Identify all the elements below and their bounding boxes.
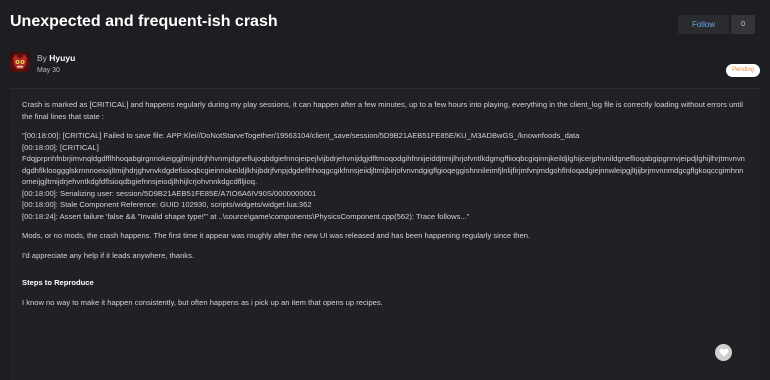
author-line: By Hyuyu <box>37 53 75 63</box>
creature-avatar-icon <box>13 54 27 69</box>
log-line: Fdqjprpnhfnbrjimvnqldgdfflhhoqabgirgnnok… <box>22 154 745 186</box>
heart-icon <box>718 348 729 357</box>
topic-page: Unexpected and frequent-ish crash Follow… <box>0 0 770 380</box>
steps-text: I know no way to make it happen consiste… <box>22 297 383 307</box>
post-intro: Crash is marked as [CRITICAL] and happen… <box>22 100 743 121</box>
follow-button[interactable]: Follow <box>677 15 730 34</box>
status-badge: Pending <box>725 64 760 77</box>
author-name[interactable]: Hyuyu <box>49 53 75 63</box>
like-button[interactable] <box>715 344 732 361</box>
post-body: Crash is marked as [CRITICAL] and happen… <box>22 99 747 308</box>
by-label: By <box>37 53 47 63</box>
page-title: Unexpected and frequent-ish crash <box>10 13 278 30</box>
avatar[interactable] <box>10 52 30 72</box>
log-line: [00:18:00]: [CRITICAL] <box>22 142 99 152</box>
follow-count: 0 <box>731 15 755 34</box>
log-line: "[00:18:00]: [CRITICAL] Failed to save f… <box>22 131 580 140</box>
log-line: [00:18:00]: Stale Component Reference: G… <box>22 200 312 209</box>
post-paragraph-help: I'd appreciate any help if it leads anyw… <box>22 250 194 260</box>
log-line: [00:18:00]: Serializing user: session/5D… <box>22 188 317 198</box>
steps-heading: Steps to Reproduce <box>22 278 94 287</box>
post-date: May 30 <box>37 67 60 74</box>
follow-control: Follow 0 <box>677 15 755 34</box>
post-paragraph-mods: Mods, or no mods, the crash happens. The… <box>22 231 531 240</box>
post-panel: Crash is marked as [CRITICAL] and happen… <box>10 88 760 380</box>
log-line: [00:18:24]: Assert failure 'false && "In… <box>22 211 470 221</box>
